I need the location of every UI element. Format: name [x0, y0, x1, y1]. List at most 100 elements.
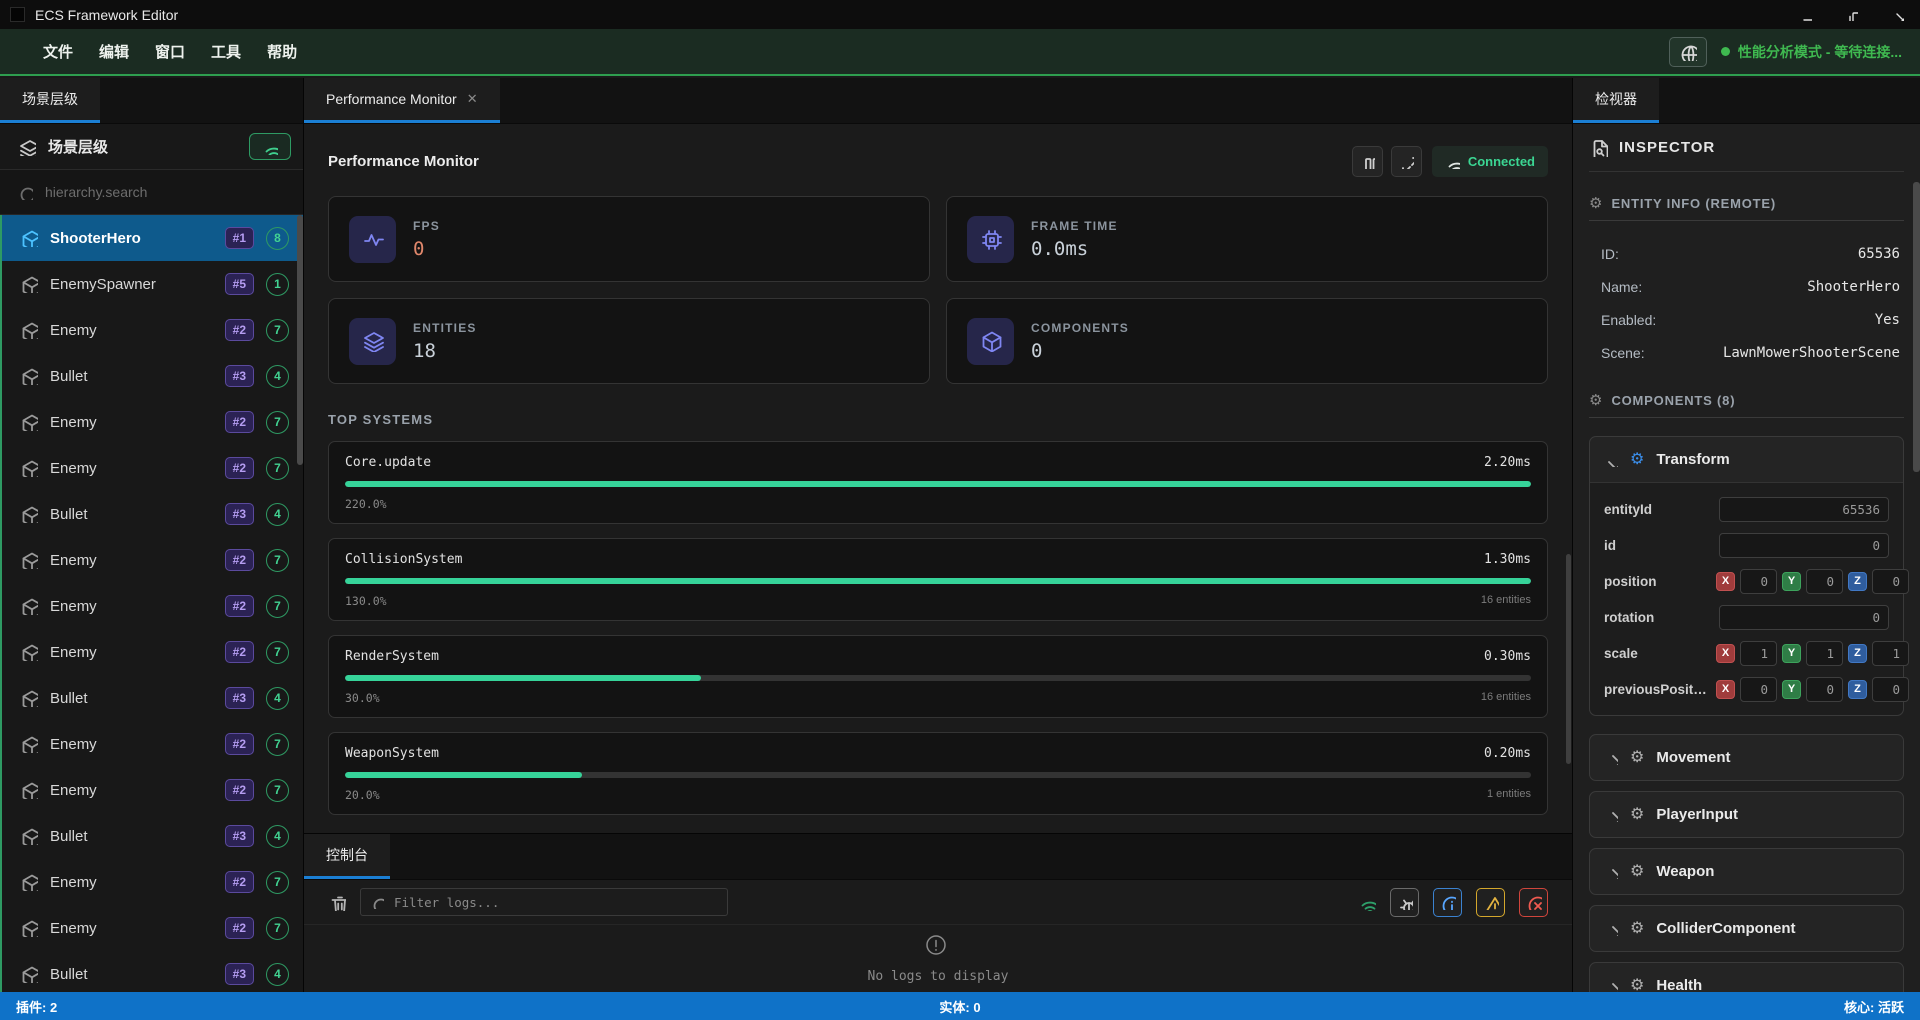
hierarchy-item[interactable]: Enemy#27 — [2, 721, 303, 767]
system-entities: 1 entities — [1487, 788, 1531, 802]
entity-name: Enemy — [50, 414, 213, 431]
component-header-transform[interactable]: ⚙ Transform — [1590, 437, 1903, 482]
debug-filter-button[interactable] — [1390, 888, 1419, 917]
i-cube-icon — [980, 330, 1002, 352]
inspector-scrollbar[interactable] — [1913, 182, 1920, 472]
axis-input-z[interactable]: 0 — [1872, 677, 1909, 702]
component-card-health: ⚙Health — [1589, 962, 1904, 992]
hierarchy-item[interactable]: ShooterHero#18 — [2, 215, 303, 261]
hierarchy-item[interactable]: Enemy#27 — [2, 859, 303, 905]
hierarchy-item[interactable]: Enemy#27 — [2, 445, 303, 491]
hierarchy-tabstrip: 场景层级 — [0, 78, 303, 124]
hierarchy-item[interactable]: EnemySpawner#51 — [2, 261, 303, 307]
main-scrollbar[interactable] — [1566, 554, 1571, 764]
hierarchy-list: ShooterHero#18EnemySpawner#51Enemy#27Bul… — [0, 215, 303, 992]
menu-item-2[interactable]: 窗口 — [142, 35, 198, 68]
hierarchy-item[interactable]: Bullet#34 — [2, 491, 303, 537]
entity-count-badge: 7 — [266, 549, 289, 572]
info-value: ShooterHero — [1807, 279, 1900, 295]
tab-close-icon[interactable]: ✕ — [467, 91, 478, 107]
globe-icon — [1679, 43, 1697, 61]
component-header-health[interactable]: ⚙Health — [1590, 963, 1903, 992]
axis-input-z[interactable]: 1 — [1872, 641, 1909, 666]
field-input[interactable]: 65536 — [1719, 497, 1889, 522]
axis-input-y[interactable]: 0 — [1806, 677, 1843, 702]
field-input[interactable]: 0 — [1719, 533, 1889, 558]
info-value: LawnMowerShooterScene — [1723, 345, 1900, 361]
menu-item-0[interactable]: 文件 — [30, 35, 86, 68]
entity-name: Bullet — [50, 690, 213, 707]
hierarchy-item[interactable]: Bullet#34 — [2, 353, 303, 399]
axis-input-x[interactable]: 0 — [1740, 677, 1777, 702]
chevron-right-icon — [1604, 865, 1618, 879]
axis-input-x[interactable]: 1 — [1740, 641, 1777, 666]
field-control: 65536 — [1716, 497, 1889, 522]
log-filter-input[interactable] — [392, 894, 717, 911]
transform-field-id: id0 — [1598, 527, 1895, 563]
system-percent: 220.0% — [345, 497, 387, 511]
close-button[interactable] — [1874, 0, 1920, 29]
tab-inspector[interactable]: 检视器 — [1573, 78, 1659, 123]
entity-name: Bullet — [50, 966, 213, 983]
tab-label: Performance Monitor — [326, 91, 457, 107]
minimize-button[interactable] — [1782, 0, 1828, 29]
hierarchy-search-input[interactable] — [43, 183, 285, 201]
axis-input-x[interactable]: 0 — [1740, 569, 1777, 594]
split-view-button[interactable] — [1352, 146, 1383, 177]
i-layers-icon — [362, 330, 384, 352]
menu-item-3[interactable]: 工具 — [198, 35, 254, 68]
inspector-tabstrip: 检视器 — [1573, 78, 1920, 124]
component-header-weapon[interactable]: ⚙Weapon — [1590, 849, 1903, 894]
menu-item-1[interactable]: 编辑 — [86, 35, 142, 68]
warning-filter-button[interactable] — [1476, 888, 1505, 917]
hierarchy-item[interactable]: Enemy#27 — [2, 629, 303, 675]
info-filter-button[interactable] — [1433, 888, 1462, 917]
entity-cube-icon — [20, 965, 38, 983]
maximize-icon — [1845, 8, 1858, 21]
system-bar-fill — [345, 481, 1531, 487]
field-label: entityId — [1604, 502, 1708, 517]
component-header-playerinput[interactable]: ⚙PlayerInput — [1590, 792, 1903, 837]
tab-performance-monitor[interactable]: Performance Monitor ✕ — [304, 78, 500, 123]
axis-badge-z: Z — [1848, 644, 1867, 663]
entity-tag-badge: #2 — [225, 871, 254, 893]
connected-button[interactable]: Connected — [1432, 146, 1548, 177]
menu-item-4[interactable]: 帮助 — [254, 35, 310, 68]
hierarchy-item[interactable]: Bullet#34 — [2, 951, 303, 992]
axis-badge-z: Z — [1848, 572, 1867, 591]
inspector-panel: 检视器 INSPECTOR ⚙ ENTITY INFO (REMOTE) ID:… — [1573, 78, 1920, 992]
hierarchy-item[interactable]: Enemy#27 — [2, 767, 303, 813]
component-header-movement[interactable]: ⚙Movement — [1590, 735, 1903, 780]
trash-icon[interactable] — [328, 893, 346, 911]
tab-scene-hierarchy[interactable]: 场景层级 — [0, 78, 100, 123]
axis-input-z[interactable]: 0 — [1872, 569, 1909, 594]
console-wifi-icon[interactable] — [1358, 893, 1376, 911]
main-tabstrip: Performance Monitor ✕ — [304, 78, 1572, 124]
maximize-button[interactable] — [1828, 0, 1874, 29]
hierarchy-scrollbar[interactable] — [297, 215, 303, 465]
entity-count-badge: 7 — [266, 411, 289, 434]
component-name: Weapon — [1656, 863, 1714, 880]
hierarchy-item[interactable]: Enemy#27 — [2, 307, 303, 353]
component-card-transform: ⚙ Transform entityId65536id0positionX0Y0… — [1589, 436, 1904, 716]
hierarchy-item[interactable]: Enemy#27 — [2, 399, 303, 445]
tab-label: 控制台 — [326, 845, 368, 865]
error-filter-button[interactable] — [1519, 888, 1548, 917]
tab-console[interactable]: 控制台 — [304, 834, 390, 879]
wifi-icon — [1445, 154, 1460, 169]
expand-icon — [1399, 154, 1414, 169]
expand-button[interactable] — [1391, 146, 1422, 177]
axis-badge-x: X — [1716, 680, 1735, 699]
axis-input-y[interactable]: 0 — [1806, 569, 1843, 594]
field-input[interactable]: 0 — [1719, 605, 1889, 630]
globe-button[interactable] — [1669, 37, 1707, 67]
hierarchy-item[interactable]: Enemy#27 — [2, 583, 303, 629]
system-bar-track — [345, 772, 1531, 778]
hierarchy-item[interactable]: Bullet#34 — [2, 813, 303, 859]
component-header-collidercomponent[interactable]: ⚙ColliderComponent — [1590, 906, 1903, 951]
hierarchy-item[interactable]: Enemy#27 — [2, 905, 303, 951]
hierarchy-item[interactable]: Bullet#34 — [2, 675, 303, 721]
axis-input-y[interactable]: 1 — [1806, 641, 1843, 666]
hierarchy-item[interactable]: Enemy#27 — [2, 537, 303, 583]
hierarchy-connection-button[interactable] — [249, 133, 291, 160]
